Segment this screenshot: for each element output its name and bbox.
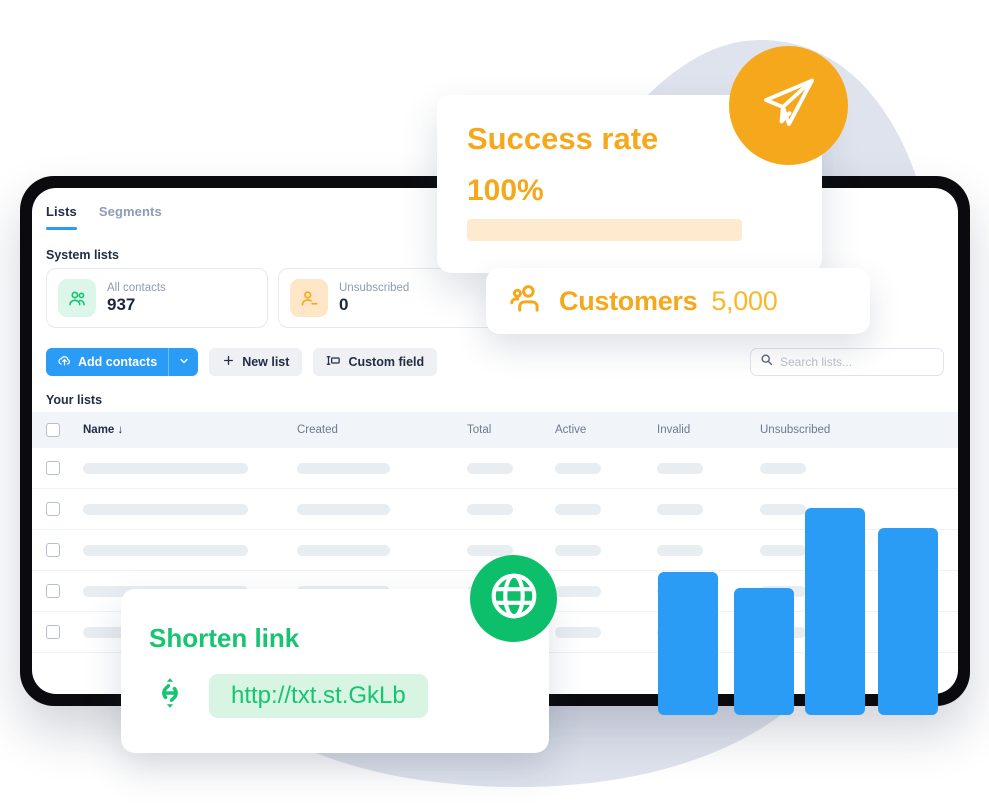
row-checkbox[interactable] (46, 543, 60, 557)
add-contacts-button[interactable]: Add contacts (46, 348, 169, 376)
system-list-card-all-contacts[interactable]: All contacts 937 (46, 268, 268, 328)
arrow-down-icon: ↓ (114, 424, 124, 436)
skeleton-cell-created (297, 544, 390, 556)
column-header-invalid[interactable]: Invalid (657, 424, 690, 436)
paper-plane-icon (757, 71, 821, 140)
skeleton-cell-active (555, 544, 601, 556)
customers-value: 5,000 (711, 285, 778, 316)
skeleton-cell-active (555, 585, 601, 597)
tab-bar: Lists Segments (46, 204, 162, 231)
skeleton-cell-name (83, 462, 248, 474)
add-contacts-label: Add contacts (78, 355, 158, 369)
skeleton-cell-invalid (657, 462, 703, 474)
skeleton-cell-invalid (657, 503, 703, 515)
globe-badge (470, 555, 557, 642)
plus-icon (222, 354, 235, 370)
table-header-row: Name ↓ Created Total Active Invalid Unsu… (32, 412, 958, 448)
skeleton-cell-unsubscribed (760, 462, 806, 474)
system-lists-heading: System lists (46, 248, 119, 262)
link-icon (149, 672, 191, 719)
customers-card: Customers 5,000 (486, 268, 870, 334)
shorten-link-row: http://txt.st.GkLb (149, 672, 428, 719)
skeleton-cell-total (467, 462, 513, 474)
cloud-upload-icon (57, 353, 72, 371)
contacts-group-icon (58, 279, 96, 317)
success-rate-progress-bar (467, 219, 742, 241)
shorten-link-title: Shorten link (149, 623, 300, 653)
skeleton-cell-unsubscribed (760, 503, 806, 515)
skeleton-cell-created (297, 462, 390, 474)
skeleton-cell-active (555, 462, 601, 474)
skeleton-cell-created (297, 503, 390, 515)
success-rate-title: Success rate (467, 121, 659, 156)
skeleton-cell-total (467, 544, 513, 556)
system-list-label: Unsubscribed (339, 281, 410, 294)
column-header-name-label: Name (83, 424, 115, 436)
search-input[interactable] (780, 355, 934, 369)
select-all-checkbox[interactable] (46, 423, 60, 437)
system-list-card-unsubscribed[interactable]: Unsubscribed 0 (278, 268, 500, 328)
row-checkbox[interactable] (46, 584, 60, 598)
list-toolbar: Add contacts New list Custom field (46, 348, 438, 376)
system-list-value: 937 (107, 294, 136, 314)
add-contacts-dropdown-button[interactable] (168, 348, 199, 376)
user-minus-icon (290, 279, 328, 317)
system-list-value: 0 (339, 294, 349, 314)
illustration-stage: Lists Segments System lists All contacts… (0, 0, 989, 810)
skeleton-cell-invalid (657, 544, 703, 556)
customers-icon (507, 280, 545, 323)
tab-lists-label: Lists (46, 204, 77, 219)
form-field-icon (326, 354, 341, 370)
system-list-label: All contacts (107, 281, 166, 294)
skeleton-cell-name (83, 503, 248, 515)
tab-lists[interactable]: Lists (46, 204, 77, 231)
success-rate-value: 100% (467, 174, 544, 207)
row-checkbox[interactable] (46, 625, 60, 639)
skeleton-cell-name (83, 544, 248, 556)
row-checkbox[interactable] (46, 461, 60, 475)
skeleton-cell-total (467, 503, 513, 515)
search-icon (760, 353, 773, 371)
paper-plane-badge (729, 46, 848, 165)
tab-segments-label: Segments (98, 204, 162, 219)
column-header-total[interactable]: Total (467, 424, 491, 436)
chevron-down-icon (178, 355, 190, 370)
row-checkbox[interactable] (46, 502, 60, 516)
bar-2[interactable] (734, 588, 794, 715)
column-header-unsubscribed[interactable]: Unsubscribed (760, 424, 830, 436)
column-header-active[interactable]: Active (555, 424, 586, 436)
search-lists-box[interactable] (750, 348, 944, 376)
new-list-label: New list (242, 355, 290, 369)
globe-icon (485, 567, 543, 630)
skeleton-cell-unsubscribed (760, 544, 806, 556)
bar-1[interactable] (658, 572, 718, 715)
table-row[interactable] (32, 448, 958, 489)
bar-3[interactable] (805, 508, 865, 715)
column-header-created[interactable]: Created (297, 424, 338, 436)
shortened-url-field[interactable]: http://txt.st.GkLb (209, 673, 428, 718)
skeleton-cell-active (555, 503, 601, 515)
tab-segments[interactable]: Segments (99, 204, 162, 231)
custom-field-button[interactable]: Custom field (313, 348, 438, 376)
column-header-name[interactable]: Name ↓ (83, 424, 123, 436)
customers-label: Customers (559, 285, 698, 316)
bar-4[interactable] (878, 528, 938, 715)
new-list-button[interactable]: New list (209, 348, 303, 376)
custom-field-label: Custom field (348, 355, 425, 369)
your-lists-heading: Your lists (46, 393, 103, 407)
skeleton-cell-active (555, 626, 601, 638)
